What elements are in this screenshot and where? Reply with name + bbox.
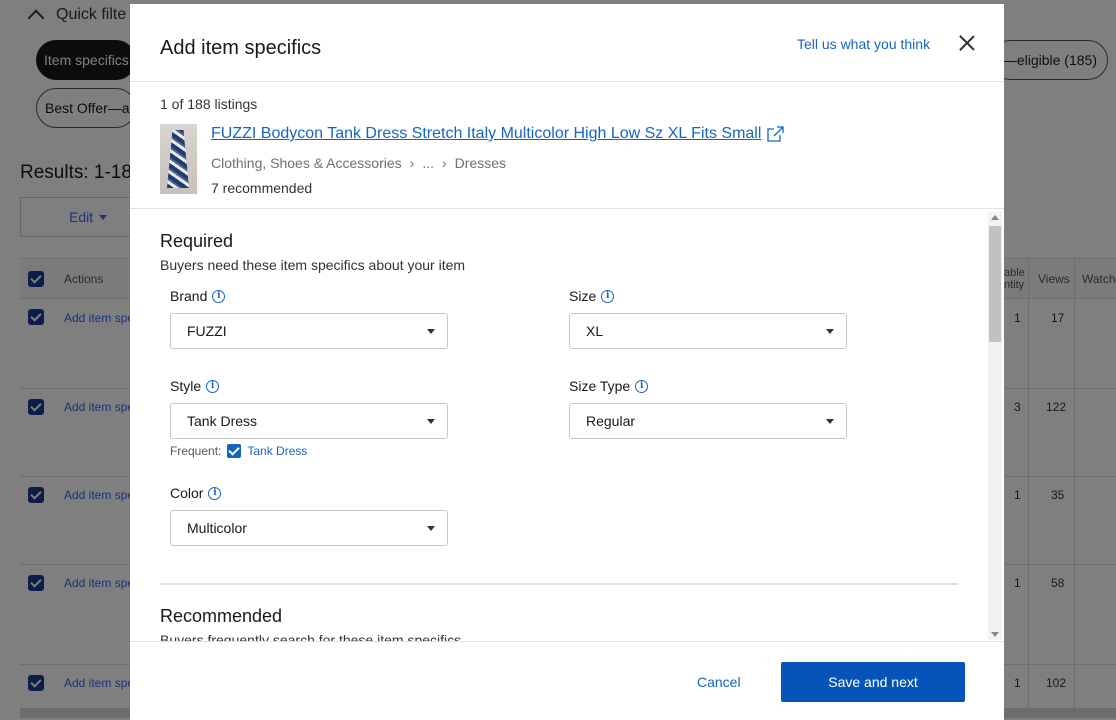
size-type-label-text: Size Type xyxy=(569,378,631,394)
divider xyxy=(130,641,1004,642)
brand-value: FUZZI xyxy=(187,323,227,339)
scroll-down-icon[interactable] xyxy=(991,632,999,637)
chevron-down-icon xyxy=(826,419,834,424)
chevron-down-icon xyxy=(427,526,435,531)
feedback-link[interactable]: Tell us what you think xyxy=(797,36,930,52)
breadcrumb: Clothing, Shoes & Accessories › ... › Dr… xyxy=(211,155,506,171)
size-label: Size i xyxy=(569,288,615,304)
info-icon[interactable]: i xyxy=(635,379,649,393)
info-icon[interactable]: i xyxy=(208,486,222,500)
breadcrumb-item: Clothing, Shoes & Accessories xyxy=(211,155,402,171)
frequent-value[interactable]: Tank Dress xyxy=(247,444,307,458)
scrollbar-thumb[interactable] xyxy=(989,226,1001,342)
recommended-count: 7 recommended xyxy=(211,180,313,196)
required-section-title: Required xyxy=(160,231,234,251)
info-icon[interactable]: i xyxy=(601,289,615,303)
color-label: Color i xyxy=(170,485,222,501)
external-link-icon[interactable] xyxy=(767,126,784,142)
style-select[interactable]: Tank Dress xyxy=(170,403,448,439)
save-and-next-button[interactable]: Save and next xyxy=(781,662,965,702)
brand-label-text: Brand xyxy=(170,288,208,304)
listing-thumbnail xyxy=(160,124,197,194)
size-type-select[interactable]: Regular xyxy=(569,403,847,439)
size-select[interactable]: XL xyxy=(569,313,847,349)
recommended-section-title: Recommended xyxy=(160,606,283,626)
listing-count: 1 of 188 listings xyxy=(160,96,258,112)
breadcrumb-item: ... xyxy=(422,155,434,171)
frequent-label: Frequent: xyxy=(170,444,222,458)
size-label-text: Size xyxy=(569,288,597,304)
info-icon[interactable]: i xyxy=(206,379,220,393)
style-label: Style i xyxy=(170,378,220,394)
recommended-section-subtitle: Buyers frequently search for these item … xyxy=(160,632,462,641)
info-icon[interactable]: i xyxy=(212,289,226,303)
specifics-scroll-area: Required Buyers need these item specific… xyxy=(130,209,1004,641)
close-icon[interactable] xyxy=(958,34,976,52)
color-value: Multicolor xyxy=(187,520,247,536)
color-label-text: Color xyxy=(170,485,204,501)
scroll-up-icon[interactable] xyxy=(991,215,999,220)
size-value: XL xyxy=(586,323,604,339)
frequent-suggestion: Frequent: Tank Dress xyxy=(170,444,307,458)
style-label-text: Style xyxy=(170,378,202,394)
chevron-down-icon xyxy=(427,419,435,424)
listing-title-link[interactable]: FUZZI Bodycon Tank Dress Stretch Italy M… xyxy=(211,125,761,143)
vertical-scrollbar[interactable] xyxy=(988,212,1002,640)
breadcrumb-separator: › xyxy=(442,155,447,171)
dialog-title: Add item specifics xyxy=(160,37,322,59)
breadcrumb-separator: › xyxy=(409,155,415,171)
size-type-value: Regular xyxy=(586,413,636,429)
add-item-specifics-dialog: Add item specifics Tell us what you thin… xyxy=(130,4,1004,720)
required-section-subtitle: Buyers need these item specifics about y… xyxy=(160,257,466,273)
cancel-button[interactable]: Cancel xyxy=(697,674,741,690)
breadcrumb-item: Dresses xyxy=(454,155,507,171)
divider xyxy=(130,81,1004,82)
chevron-down-icon xyxy=(826,329,834,334)
style-value: Tank Dress xyxy=(187,413,258,429)
size-type-label: Size Type i xyxy=(569,378,649,394)
frequent-checkbox[interactable] xyxy=(227,444,242,458)
section-divider xyxy=(160,583,958,585)
chevron-down-icon xyxy=(427,329,435,334)
brand-select[interactable]: FUZZI xyxy=(170,313,448,349)
brand-label: Brand i xyxy=(170,288,226,304)
color-select[interactable]: Multicolor xyxy=(170,510,448,546)
